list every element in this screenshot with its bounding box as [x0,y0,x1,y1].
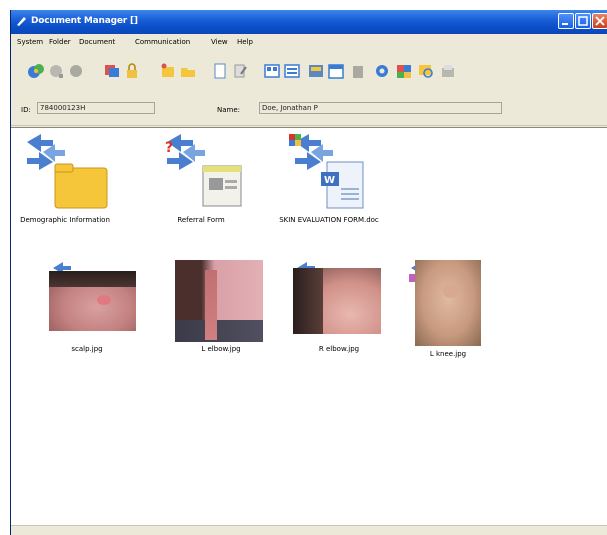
image-label: R elbow.jpg [318,345,360,353]
l-elbow-thumbnail [175,260,263,342]
document-manager-window: Document Manager [] System Folder Docume… [10,10,607,535]
document-demographic-information[interactable]: Demographic Information [5,132,125,225]
id-label: ID: [21,106,31,114]
word-document-icon: W [289,134,364,209]
lock-icon[interactable] [123,62,141,80]
menu-document[interactable]: Document [79,38,115,46]
close-icon [595,16,605,26]
patient-name-field[interactable]: Doe, Jonathan P [259,102,502,114]
close-button[interactable] [592,13,607,29]
minimize-icon [562,23,568,25]
document-referral-form[interactable]: ? Referral Form [141,132,261,225]
menu-folder[interactable]: Folder [49,38,71,46]
maximize-button[interactable] [575,13,591,29]
menu-communication[interactable]: Communication [135,38,190,46]
search-icon[interactable] [417,62,435,80]
image-label: L knee.jpg [429,350,467,358]
window-title: Document Manager [] [31,16,138,26]
svg-text:W: W [324,175,335,186]
patient-info-bar: ID: 784000123H Name: Doe, Jonathan P [11,94,607,126]
chart-icon[interactable] [395,62,413,80]
form-icon: ? [165,134,242,207]
document-label: Demographic Information [20,216,110,224]
printer-icon[interactable] [349,62,367,80]
document-skin-evaluation-form[interactable]: W SKIN EVALUATION FORM.doc [269,132,389,225]
edit-document-icon[interactable] [231,62,249,80]
view-large-icon[interactable] [263,62,281,80]
users-icon[interactable] [103,62,121,80]
new-folder-icon[interactable] [159,62,177,80]
menu-system[interactable]: System [17,38,43,46]
title-bar[interactable]: Document Manager [] [11,10,607,34]
minimize-button[interactable] [558,13,574,29]
new-document-icon[interactable] [211,62,229,80]
folder-icon [27,134,108,209]
open-folder-icon[interactable] [179,62,197,80]
stop-icon[interactable] [67,62,85,80]
patient-id-field[interactable]: 784000123H [37,102,155,114]
refresh-icon[interactable] [27,62,45,80]
r-elbow-thumbnail [293,268,381,334]
document-label: SKIN EVALUATION FORM.doc [279,216,379,224]
l-knee-thumbnail [415,260,481,346]
name-label: Name: [217,106,241,114]
status-bar [11,525,607,535]
document-view: Demographic Information ? Referral Form [11,127,607,525]
app-icon [17,17,26,26]
back-icon[interactable] [47,62,65,80]
scalp-thumbnail [49,271,136,331]
calendar-icon[interactable] [327,62,345,80]
menu-view[interactable]: View [211,38,228,46]
toolbar [11,54,607,92]
image-label: scalp.jpg [71,345,103,353]
export-icon[interactable] [439,62,457,80]
scan-icon[interactable] [307,62,325,80]
menu-help[interactable]: Help [237,38,253,46]
view-list-icon[interactable] [283,62,301,80]
image-label: L elbow.jpg [201,345,241,353]
menu-bar: System Folder Document Communication Vie… [11,35,607,51]
settings-icon[interactable] [373,62,391,80]
document-label: Referral Form [177,216,225,224]
maximize-icon [578,16,588,26]
svg-text:?: ? [165,140,173,156]
